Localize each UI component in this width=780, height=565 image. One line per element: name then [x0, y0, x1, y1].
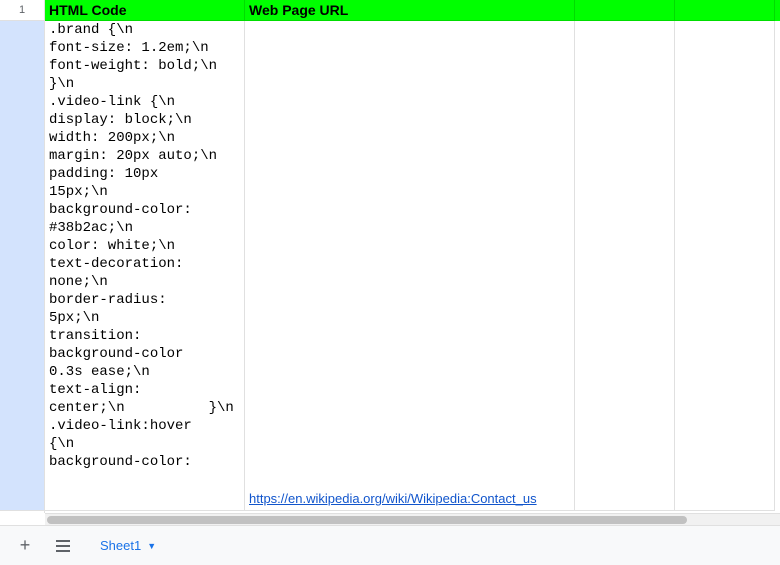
column-header-d[interactable]: [675, 0, 775, 21]
sheet-tabs-bar: + Sheet1 ▼: [0, 525, 780, 565]
code-text: .brand {\n font-size: 1.2em;\n font-weig…: [49, 21, 234, 471]
column-header-a[interactable]: HTML Code: [45, 0, 245, 21]
cell-empty-d[interactable]: [675, 21, 775, 511]
data-body: .brand {\n font-size: 1.2em;\n font-weig…: [45, 21, 780, 511]
cell-html-code[interactable]: .brand {\n font-size: 1.2em;\n font-weig…: [45, 21, 245, 511]
url-link[interactable]: https://en.wikipedia.org/wiki/Wikipedia:…: [249, 491, 537, 506]
row-header-column: 1: [0, 0, 45, 513]
grid-container: HTML Code Web Page URL .brand {\n font-s…: [45, 0, 780, 513]
add-sheet-button[interactable]: +: [10, 531, 40, 561]
row-header-blank[interactable]: 1: [0, 0, 44, 21]
column-header-b[interactable]: Web Page URL: [245, 0, 575, 21]
row-header-selected[interactable]: [0, 21, 44, 511]
menu-icon: [56, 540, 70, 552]
cell-url[interactable]: https://en.wikipedia.org/wiki/Wikipedia:…: [245, 21, 575, 511]
spreadsheet-grid: 1 HTML Code Web Page URL .brand {\n font…: [0, 0, 780, 513]
table-row: .brand {\n font-size: 1.2em;\n font-weig…: [45, 21, 780, 511]
sheet-tab[interactable]: Sheet1 ▼: [86, 532, 170, 559]
scrollbar-thumb[interactable]: [47, 516, 687, 524]
horizontal-scrollbar[interactable]: [45, 513, 780, 525]
all-sheets-button[interactable]: [48, 531, 78, 561]
column-header-c[interactable]: [575, 0, 675, 21]
plus-icon: +: [20, 535, 31, 556]
chevron-down-icon: ▼: [147, 541, 156, 551]
column-header-row: HTML Code Web Page URL: [45, 0, 780, 21]
sheet-tab-label: Sheet1: [100, 538, 141, 553]
cell-empty-c[interactable]: [575, 21, 675, 511]
